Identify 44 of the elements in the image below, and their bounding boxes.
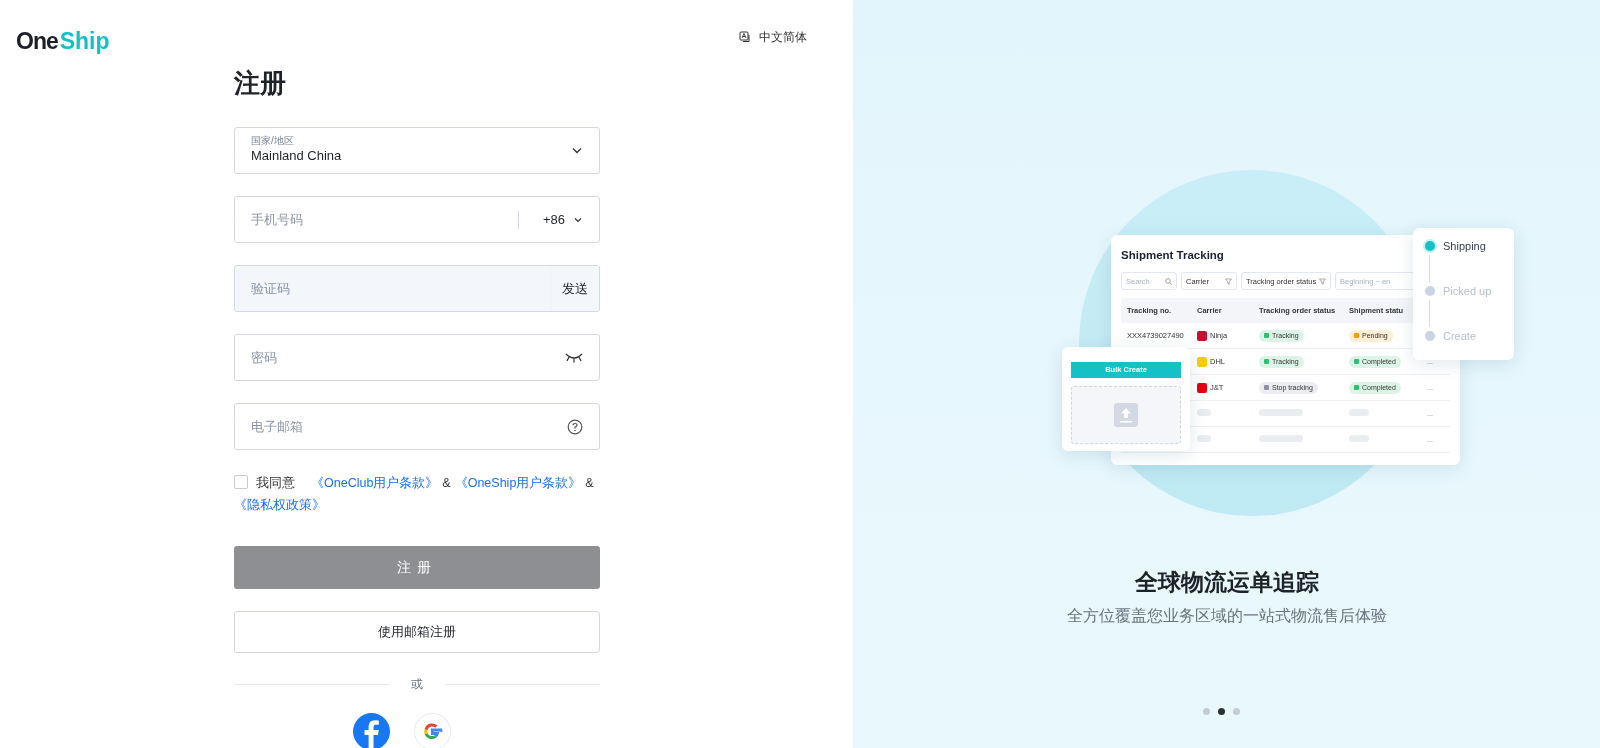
filter-icon bbox=[1225, 277, 1232, 285]
skeleton-bar bbox=[1197, 409, 1211, 417]
help-icon[interactable] bbox=[567, 418, 583, 435]
ampersand-text: & bbox=[585, 476, 594, 490]
showcase-subtitle: 全方位覆盖您业务区域的一站式物流售后体验 bbox=[1066, 606, 1387, 626]
carousel-dot[interactable] bbox=[1203, 708, 1210, 715]
page-title: 注册 bbox=[234, 67, 287, 100]
step-label: Shipping bbox=[1443, 238, 1486, 254]
translate-icon bbox=[739, 31, 751, 43]
search-icon bbox=[1165, 277, 1172, 285]
terms-link[interactable]: 《OneClub用户条款》 bbox=[311, 476, 439, 490]
phone-field[interactable]: 手机号码 +86 bbox=[234, 196, 600, 243]
eye-closed-icon[interactable] bbox=[565, 351, 583, 364]
step-label: Picked up bbox=[1443, 283, 1492, 299]
skeleton-bar bbox=[1197, 435, 1211, 443]
checkbox[interactable] bbox=[234, 475, 248, 489]
carousel-dot[interactable] bbox=[1218, 708, 1225, 715]
placeholder-text: 验证码 bbox=[251, 279, 291, 298]
country-code-select[interactable]: +86 bbox=[542, 209, 583, 230]
filter-icon bbox=[1319, 277, 1326, 285]
step-label: Create bbox=[1443, 328, 1477, 344]
upload-icon bbox=[1114, 403, 1138, 427]
agreement-text: 我同意 bbox=[256, 476, 295, 490]
placeholder-text: 电子邮箱 bbox=[251, 417, 303, 436]
email-register-button[interactable]: 使用邮箱注册 bbox=[234, 611, 600, 653]
password-field[interactable]: 密码 bbox=[234, 334, 600, 381]
divider-text: 或 bbox=[410, 676, 424, 693]
google-login-button[interactable] bbox=[414, 713, 451, 748]
logo-text: Ship bbox=[59, 27, 110, 56]
facebook-login-button[interactable] bbox=[353, 713, 390, 748]
showcase-title: 全球物流运单追踪 bbox=[1134, 568, 1319, 597]
country-select[interactable]: 国家/地区 Mainland China bbox=[234, 127, 600, 174]
field-label: 国家/地区 bbox=[251, 135, 295, 147]
carousel-dot[interactable] bbox=[1233, 708, 1240, 715]
chevron-down-icon bbox=[571, 145, 583, 156]
select-value: Mainland China bbox=[251, 147, 342, 166]
terms-link[interactable]: 《OneShip用户条款》 bbox=[454, 476, 582, 490]
placeholder-text: 密码 bbox=[251, 348, 277, 367]
placeholder-text: 手机号码 bbox=[251, 210, 304, 229]
terms-link[interactable]: 《隐私权政策》 bbox=[234, 498, 325, 512]
email-field[interactable]: 电子邮箱 bbox=[234, 403, 600, 450]
ampersand-text: & bbox=[442, 476, 451, 490]
language-selector[interactable]: 中文简体 bbox=[739, 28, 807, 46]
logo-text: One bbox=[16, 27, 58, 56]
